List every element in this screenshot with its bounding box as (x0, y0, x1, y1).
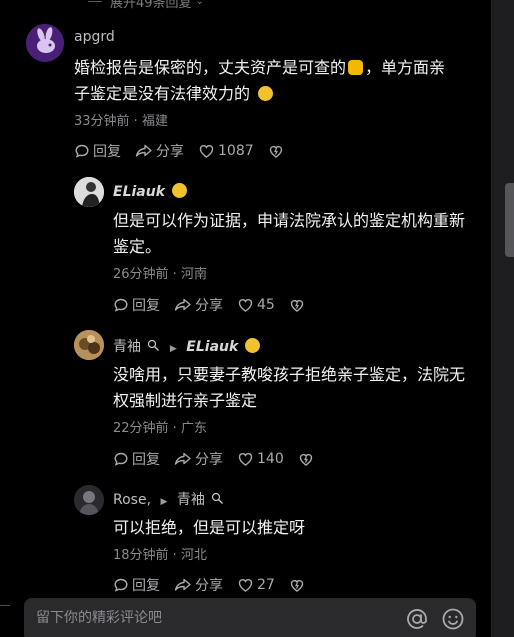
like-count: 45 (257, 297, 275, 313)
dislike-button[interactable] (289, 297, 308, 313)
share-icon (174, 298, 191, 311)
comment-text-line1-tail: ，单方面亲 (365, 58, 446, 77)
racket-emoji-icon (148, 339, 160, 351)
avatar[interactable] (74, 330, 104, 360)
like-count: 140 (257, 451, 284, 467)
share-label: 分享 (156, 144, 184, 160)
share-icon (174, 578, 191, 591)
comment-text: 但是可以作为证据，申请法院承认的鉴定机构重新鉴定。 (113, 211, 466, 256)
reply-to-username[interactable]: 青袖 (177, 492, 205, 508)
comment-username[interactable]: ELiauk (113, 183, 187, 200)
rabbit-avatar-icon (26, 24, 64, 62)
share-label: 分享 (195, 578, 223, 594)
avatar[interactable] (26, 24, 64, 62)
racket-emoji-icon (212, 492, 224, 504)
share-label: 分享 (195, 298, 223, 314)
like-button[interactable]: 45 (237, 297, 275, 313)
comment-meta: 33分钟前 · 福建 (74, 114, 168, 129)
comment-text: 没啥用，只要妻子教唆孩子拒绝亲子鉴定，法院无权强制进行亲子鉴定 (113, 365, 466, 410)
reply-icon (114, 452, 128, 466)
comment-text-line1: 婚检报告是保密的，丈夫资产是可查的 (74, 58, 347, 77)
dislike-button[interactable] (298, 451, 317, 467)
reply-comment: ELiauk 但是可以作为证据，申请法院承认的鉴定机构重新鉴定。 26分钟前 ·… (0, 170, 491, 320)
reply-label: 回复 (132, 298, 160, 314)
dislike-icon (290, 579, 304, 592)
comment-username[interactable]: 青袖 ▶ ELiauk (113, 336, 260, 356)
dislike-icon (299, 453, 312, 466)
comment-actions: 回复 分享 140 (113, 449, 331, 469)
reply-icon (114, 578, 128, 592)
heart-icon (238, 453, 253, 466)
share-button[interactable]: 分享 (174, 575, 223, 595)
comment-actions: 回复 分享 1087 (74, 141, 301, 161)
comment-text-line2: 子鉴定是没有法律效力的 (74, 84, 251, 103)
avatar[interactable] (74, 485, 104, 515)
comment-username[interactable]: apgrd (74, 29, 115, 45)
comment-input[interactable] (36, 610, 396, 626)
comment-meta: 26分钟前 · 河南 (113, 267, 207, 282)
comment-actions: 回复 分享 27 (113, 575, 322, 595)
username-text: Rose, (113, 492, 152, 508)
reply-button[interactable]: 回复 (113, 449, 160, 469)
share-button[interactable]: 分享 (174, 449, 223, 469)
share-icon (174, 452, 191, 465)
reply-to-arrow-icon: ▶ (169, 344, 177, 354)
avatar[interactable] (74, 177, 104, 207)
crying-laughing-emoji-icon (258, 86, 274, 101)
dislike-icon (290, 299, 304, 312)
share-button[interactable]: 分享 (174, 295, 223, 315)
heart-icon (238, 299, 253, 312)
reply-label: 回复 (132, 578, 160, 594)
like-button[interactable]: 1087 (198, 143, 254, 159)
comment-text: 婚检报告是保密的，丈夫资产是可查的 ，单方面亲 子鉴定是没有法律效力的 (74, 55, 484, 107)
emoji-icon[interactable] (441, 607, 465, 631)
scrollbar-thumb[interactable] (505, 183, 514, 257)
laughing-emoji-icon (171, 183, 187, 198)
share-label: 分享 (195, 452, 223, 468)
scrollbar-track[interactable] (491, 0, 514, 637)
dislike-button[interactable] (268, 143, 287, 159)
reply-to-arrow-icon: ▶ (160, 497, 168, 507)
heart-icon (238, 579, 253, 592)
comment-meta: 18分钟前 · 河北 (113, 548, 207, 563)
divider (0, 605, 10, 606)
comments-panel: 展开49条回复 ⌄ apgrd 婚检报告是保密的，丈夫资产是可查的 ，单方面亲 子… (0, 0, 491, 637)
share-button[interactable]: 分享 (135, 141, 184, 161)
like-count: 1087 (218, 143, 254, 159)
comment-text: 可以拒绝，但是可以推定呀 (113, 518, 306, 537)
dislike-icon (269, 145, 282, 158)
username-text: 青袖 (113, 339, 141, 355)
like-count: 27 (257, 577, 275, 593)
username-text: ELiauk (113, 184, 166, 200)
food-avatar-icon (74, 330, 104, 360)
person-avatar-icon (74, 485, 104, 515)
comment-username[interactable]: Rose, ▶ 青袖 (113, 489, 224, 509)
reply-icon (114, 298, 128, 312)
at-icon[interactable] (405, 607, 429, 631)
like-button[interactable]: 140 (237, 451, 284, 467)
reply-button[interactable]: 回复 (113, 295, 160, 315)
ok-hand-emoji-icon (348, 60, 364, 75)
reply-label: 回复 (93, 144, 121, 160)
laughing-emoji-icon (244, 338, 260, 353)
reply-button[interactable]: 回复 (74, 141, 121, 161)
comment: apgrd 婚检报告是保密的，丈夫资产是可查的 ，单方面亲 子鉴定是没有法律效力的… (0, 0, 491, 170)
comment-meta: 22分钟前 · 广东 (113, 421, 207, 436)
comment-input-bar (24, 598, 476, 637)
dislike-button[interactable] (289, 577, 308, 593)
comment-actions: 回复 分享 45 (113, 295, 322, 315)
heart-icon (199, 145, 214, 158)
person-avatar-icon (74, 177, 104, 207)
reply-button[interactable]: 回复 (113, 575, 160, 595)
like-button[interactable]: 27 (237, 577, 275, 593)
reply-label: 回复 (132, 452, 160, 468)
reply-comment: Rose, ▶ 青袖 可以拒绝，但是可以推定呀 18分钟前 · 河北 回复 分享… (0, 478, 491, 598)
share-icon (135, 144, 152, 157)
reply-comment: 青袖 ▶ ELiauk 没啥用，只要妻子教唆孩子拒绝亲子鉴定，法院无权强制进行亲… (0, 322, 491, 477)
reply-to-username[interactable]: ELiauk (186, 339, 238, 355)
reply-icon (75, 144, 89, 158)
